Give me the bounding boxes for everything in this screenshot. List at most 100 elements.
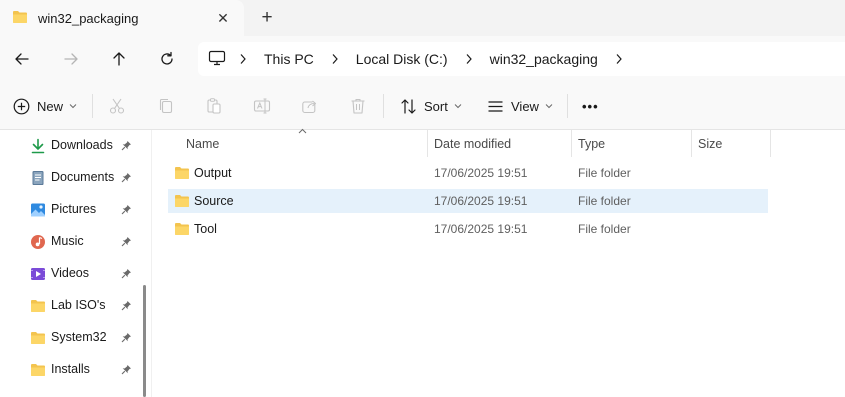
- sort-label: Sort: [424, 98, 448, 114]
- pin-icon: [121, 173, 131, 183]
- tab-strip: win32_packaging ✕ +: [0, 0, 845, 36]
- folder-icon: [175, 167, 189, 179]
- copy-button[interactable]: [157, 92, 175, 120]
- pin-icon: [121, 301, 131, 311]
- sidebar-item-label: Documents: [51, 170, 115, 184]
- tab-title: win32_packaging: [38, 10, 139, 26]
- sidebar-scrollbar[interactable]: [143, 285, 146, 397]
- clipboard-icon: [207, 98, 221, 114]
- folder-icon: [175, 223, 189, 235]
- file-row-source[interactable]: Source 17/06/2025 19:51 File folder: [168, 189, 768, 213]
- column-divider[interactable]: [691, 130, 692, 157]
- sidebar-item-pictures[interactable]: Pictures: [0, 194, 140, 226]
- arrow-up-icon: [113, 52, 125, 66]
- sidebar-item-videos[interactable]: Videos: [0, 258, 140, 290]
- cut-button[interactable]: [108, 92, 126, 120]
- delete-button[interactable]: [349, 92, 367, 120]
- folder-icon: [31, 300, 45, 312]
- new-button[interactable]: New: [13, 92, 77, 120]
- pin-icon: [121, 237, 131, 247]
- folder-icon: [31, 332, 45, 344]
- file-name: Output: [194, 166, 232, 180]
- file-date-modified: 17/06/2025 19:51: [434, 194, 528, 208]
- trash-icon: [351, 98, 365, 114]
- pin-icon: [121, 333, 131, 343]
- sidebar-item-label: Lab ISO's: [51, 298, 106, 312]
- videos-icon: [31, 268, 45, 280]
- address-bar[interactable]: This PC Local Disk (C:) win32_packaging: [198, 42, 845, 76]
- rename-button[interactable]: [253, 92, 271, 120]
- file-name: Source: [194, 194, 234, 208]
- sidebar-item-lab-isos[interactable]: Lab ISO's: [0, 290, 140, 322]
- sidebar-item-downloads[interactable]: Downloads: [0, 130, 140, 162]
- file-list: Name Date modified Type Size Output 17/0…: [152, 128, 845, 397]
- breadcrumb-this-pc[interactable]: This PC: [260, 51, 318, 67]
- see-more-button[interactable]: •••: [582, 92, 599, 120]
- new-label: New: [37, 98, 64, 114]
- pin-icon: [121, 205, 131, 215]
- new-tab-button[interactable]: +: [254, 5, 280, 31]
- separator: [92, 94, 93, 118]
- folder-icon: [31, 364, 45, 376]
- folder-icon: [175, 195, 189, 207]
- sidebar-item-label: Installs: [51, 362, 90, 376]
- pin-icon: [121, 141, 131, 151]
- refresh-icon: [161, 51, 173, 65]
- column-divider[interactable]: [571, 130, 572, 157]
- sidebar-item-label: Videos: [51, 266, 89, 280]
- breadcrumb-win32-packaging[interactable]: win32_packaging: [486, 51, 602, 67]
- tab-win32-packaging[interactable]: win32_packaging ✕: [0, 0, 244, 36]
- share-icon: [302, 100, 317, 114]
- file-row-output[interactable]: Output 17/06/2025 19:51 File folder: [168, 161, 768, 185]
- forward-button[interactable]: [56, 44, 86, 74]
- share-button[interactable]: [301, 92, 319, 120]
- view-list-icon: [488, 100, 503, 112]
- navigation-bar: This PC Local Disk (C:) win32_packaging: [0, 36, 845, 82]
- sort-button[interactable]: Sort: [400, 92, 462, 120]
- separator: [383, 94, 384, 118]
- close-tab-button[interactable]: ✕: [210, 5, 236, 31]
- refresh-button[interactable]: [152, 44, 182, 74]
- file-type: File folder: [578, 222, 631, 236]
- column-header-name[interactable]: Name: [186, 130, 219, 157]
- arrow-right-icon: [64, 53, 78, 65]
- computer-icon: [208, 50, 226, 69]
- command-bar: New Sort View •••: [0, 82, 845, 130]
- breadcrumb-chevron-icon[interactable]: [461, 42, 477, 76]
- breadcrumb-local-disk[interactable]: Local Disk (C:): [352, 51, 452, 67]
- file-name: Tool: [194, 222, 217, 236]
- plus-circle-icon: [13, 98, 30, 114]
- sort-ascending-icon: [298, 128, 307, 134]
- folder-icon: [12, 10, 28, 27]
- breadcrumb-chevron-icon[interactable]: [327, 42, 343, 76]
- column-header-size[interactable]: Size: [698, 130, 722, 157]
- file-date-modified: 17/06/2025 19:51: [434, 166, 528, 180]
- column-header-date-modified[interactable]: Date modified: [434, 130, 511, 157]
- chevron-down-icon: [454, 104, 462, 109]
- view-button[interactable]: View: [487, 92, 553, 120]
- sidebar-item-music[interactable]: Music: [0, 226, 140, 258]
- pin-icon: [121, 365, 131, 375]
- paste-button[interactable]: [205, 92, 223, 120]
- up-button[interactable]: [104, 44, 134, 74]
- file-type: File folder: [578, 166, 631, 180]
- chevron-down-icon: [545, 104, 553, 109]
- file-date-modified: 17/06/2025 19:51: [434, 222, 528, 236]
- sidebar-item-installs[interactable]: Installs: [0, 354, 140, 386]
- file-row-tool[interactable]: Tool 17/06/2025 19:51 File folder: [168, 217, 768, 241]
- copy-icon: [159, 98, 173, 114]
- breadcrumb-chevron-icon[interactable]: [611, 42, 627, 76]
- column-divider[interactable]: [427, 130, 428, 157]
- download-icon: [31, 138, 45, 154]
- sidebar-item-system32[interactable]: System32: [0, 322, 140, 354]
- scissors-icon: [109, 98, 125, 114]
- pictures-icon: [31, 203, 45, 217]
- file-type: File folder: [578, 194, 631, 208]
- column-header-type[interactable]: Type: [578, 130, 605, 157]
- back-button[interactable]: [7, 44, 37, 74]
- chevron-down-icon: [69, 104, 77, 109]
- sidebar-item-documents[interactable]: Documents: [0, 162, 140, 194]
- music-icon: [31, 235, 45, 249]
- breadcrumb-chevron-icon[interactable]: [235, 42, 251, 76]
- column-divider[interactable]: [770, 130, 771, 157]
